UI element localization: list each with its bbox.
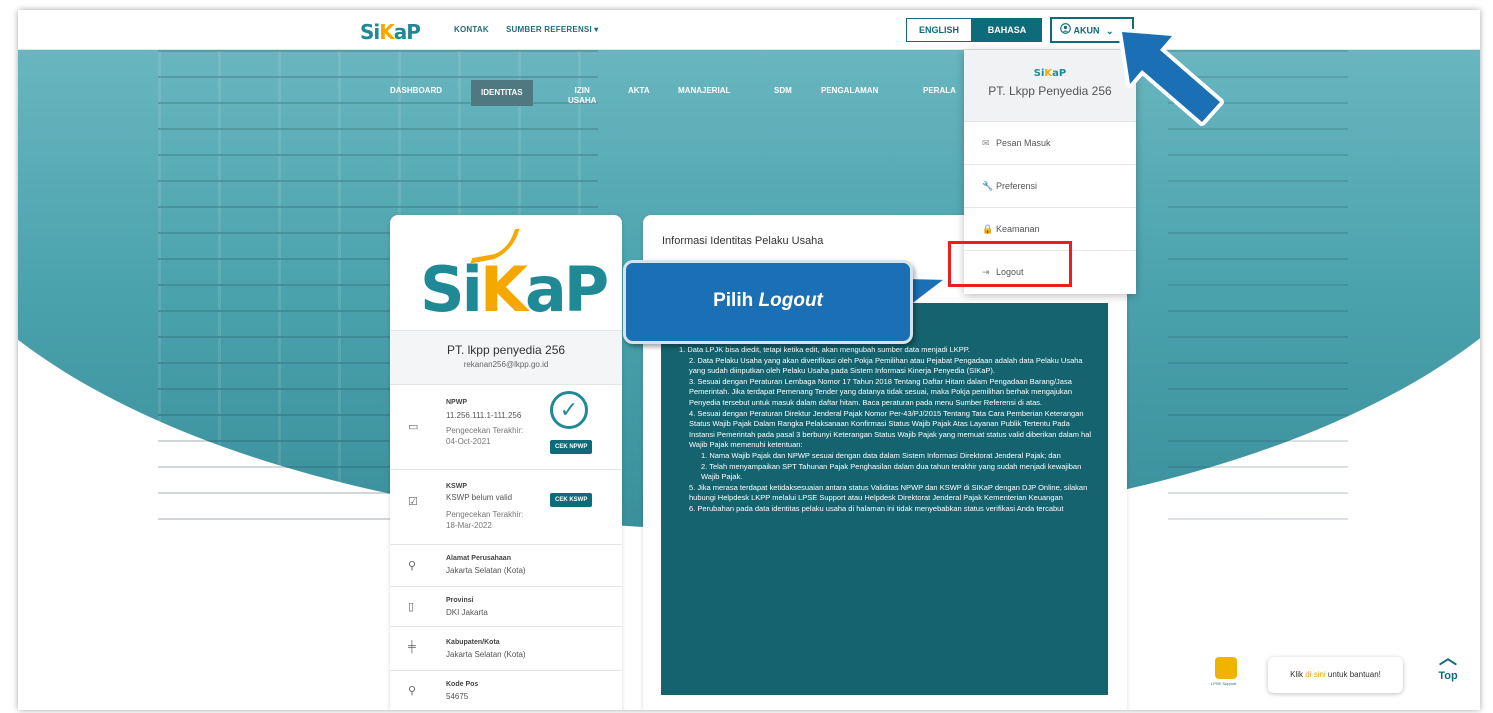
npwp-check-date: 04-Oct-2021 [446, 437, 491, 446]
lpse-support-label: LPSE Support [1211, 681, 1237, 686]
kabupaten-label: Kabupaten/Kota [446, 639, 500, 646]
kswp-row: ☑ KSWP KSWP belum valid Pengecekan Terak… [390, 470, 622, 545]
lang-bahasa-button[interactable]: BAHASA [972, 18, 1042, 42]
help-text-pre: Klik [1290, 670, 1306, 679]
provinsi-row: ▯ Provinsi DKI Jakarta [390, 587, 622, 627]
nav-manajerial[interactable]: MANAJERIAL [678, 86, 730, 96]
sikap-logo[interactable]: SiKaP [360, 20, 421, 44]
callout-emphasis: Logout [758, 290, 823, 311]
instruction-callout: Pilih Logout [623, 260, 913, 344]
info-title: Informasi Identitas Pelaku Usaha [662, 235, 824, 247]
nav-izin-usaha[interactable]: IZIN USAHA [568, 86, 596, 106]
chevron-up-icon: ︿ [1439, 648, 1457, 668]
info-item-6: 6. Perubahan pada data identitas pelaku … [689, 503, 1064, 513]
help-link[interactable]: di sini [1305, 670, 1325, 679]
top-bar: SiKaP KONTAK SUMBER REFERENSI ▾ ENGLISH … [18, 10, 1480, 50]
info-box: 1. Data LPJK bisa diedit, tetapi ketika … [661, 303, 1108, 695]
profile-card: SiKaP PT. lkpp penyedia 256 rekanan256@l… [390, 215, 622, 710]
kodepos-value: 54675 [446, 692, 469, 701]
top-label: Top [1438, 670, 1458, 682]
user-circle-icon [1060, 22, 1074, 36]
alamat-row: ⚲ Alamat Perusahaan Jakarta Selatan (Kot… [390, 545, 622, 587]
kswp-value: KSWP belum valid [446, 493, 513, 502]
id-card-icon: ▭ [408, 421, 419, 433]
nav-izin-label-2: USAHA [568, 96, 597, 105]
info-item-1: 1. Data LPJK bisa diedit, tetapi ketika … [679, 345, 970, 354]
kabupaten-value: Jakarta Selatan (Kota) [446, 650, 526, 659]
company-email: rekanan256@lkpp.go.id [463, 360, 549, 369]
alamat-label: Alamat Perusahaan [446, 555, 511, 562]
info-item-4a: 1. Nama Wajib Pajak dan NPWP sesuai deng… [701, 450, 1061, 460]
nav-identitas[interactable]: IDENTITAS [471, 80, 533, 106]
cek-npwp-button[interactable]: CEK NPWP [550, 440, 593, 454]
info-item-4b: 2. Telah menyampaikan SPT Tahunan Pajak … [701, 461, 1082, 482]
npwp-check-label: Pengecekan Terakhir: [446, 426, 524, 435]
pushpin-icon: ⚲ [408, 685, 417, 697]
nav-pengalaman[interactable]: PENGALAMAN [821, 86, 878, 96]
menu-pesan-masuk[interactable]: ✉ Pesan Masuk [964, 122, 1136, 165]
menu-preferensi[interactable]: 🔧 Preferensi [964, 165, 1136, 208]
main-nav: DASHBOARD IDENTITAS IZIN USAHA AKTA MANAJ… [18, 80, 1480, 126]
alamat-value: Jakarta Selatan (Kota) [446, 566, 526, 575]
sikap-big-logo: SiKaP [420, 253, 609, 326]
kodepos-row: ⚲ Kode Pos 54675 [390, 671, 622, 710]
dropdown-company-name: PT. Lkpp Penyedia 256 [988, 84, 1112, 98]
info-item-4: 4. Sesuai dengan Peraturan Direktur Jend… [689, 408, 1092, 450]
nav-kontak[interactable]: KONTAK [454, 25, 489, 34]
info-item-3: 3. Sesuai dengan Peraturan Lembaga Nomor… [689, 376, 1073, 407]
nav-akta[interactable]: AKTA [628, 86, 650, 96]
cek-kswp-button[interactable]: CEK KSWP [550, 493, 593, 507]
pointer-arrow-icon [1118, 28, 1224, 126]
kswp-check-label: Pengecekan Terakhir: [446, 510, 524, 519]
info-item-2: 2. Data Pelaku Usaha yang akan diverifik… [689, 355, 1083, 376]
location-pin-icon: ⚲ [408, 560, 417, 572]
kabupaten-row: ╪ Kabupaten/Kota Jakarta Selatan (Kota) [390, 627, 622, 671]
npwp-value: 11.256.111.1-111.256 [446, 411, 522, 420]
company-block: PT. lkpp penyedia 256 rekanan256@lkpp.go… [390, 330, 622, 385]
dropdown-header: SiKaP PT. Lkpp Penyedia 256 [964, 50, 1136, 122]
dropdown-logo: SiKaP [1033, 68, 1067, 79]
menu-keamanan-label: Keamanan [996, 224, 1040, 234]
help-bubble[interactable]: Klik di sini untuk bantuan! [1268, 657, 1403, 693]
info-item-5: 5. Jika merasa terdapat ketidaksesuaian … [689, 482, 1088, 503]
kodepos-label: Kode Pos [446, 681, 479, 688]
envelope-icon: ✉ [982, 138, 990, 148]
verified-badge-icon: ✓ [550, 391, 588, 429]
nav-izin-label-1: IZIN [574, 86, 590, 95]
kswp-label: KSWP [446, 483, 467, 490]
company-name: PT. lkpp penyedia 256 [446, 343, 566, 357]
callout-prefix: Pilih [713, 290, 759, 311]
back-to-top-button[interactable]: ︿ Top [1430, 648, 1466, 684]
wrench-icon: 🔧 [982, 181, 994, 191]
npwp-label: NPWP [446, 399, 467, 406]
map-icon: ▯ [408, 601, 415, 613]
nav-dashboard[interactable]: DASHBOARD [390, 86, 442, 96]
npwp-row: ▭ NPWP 11.256.111.1-111.256 Pengecekan T… [390, 385, 622, 470]
lang-english-button[interactable]: ENGLISH [906, 18, 972, 42]
help-text-post: untuk bantuan! [1325, 670, 1381, 679]
chevron-down-icon: ⌄ [1106, 25, 1114, 36]
nav-sdm[interactable]: SDM [774, 86, 792, 96]
checkbox-icon: ☑ [408, 496, 418, 508]
nav-peralatan[interactable]: PERALA [923, 86, 956, 96]
menu-preferensi-label: Preferensi [996, 181, 1038, 191]
logout-highlight-box [948, 241, 1072, 287]
signpost-icon: ╪ [408, 641, 416, 653]
kswp-check-date: 18-Mar-2022 [446, 521, 492, 530]
akun-label: AKUN [1073, 25, 1100, 36]
browser-frame: SiKaP KONTAK SUMBER REFERENSI ▾ ENGLISH … [18, 10, 1480, 710]
provinsi-value: DKI Jakarta [446, 608, 488, 617]
nav-sumber-referensi[interactable]: SUMBER REFERENSI ▾ [506, 25, 599, 34]
lpse-support-icon[interactable] [1215, 657, 1237, 679]
menu-pesan-masuk-label: Pesan Masuk [996, 138, 1051, 148]
provinsi-label: Provinsi [446, 597, 474, 604]
